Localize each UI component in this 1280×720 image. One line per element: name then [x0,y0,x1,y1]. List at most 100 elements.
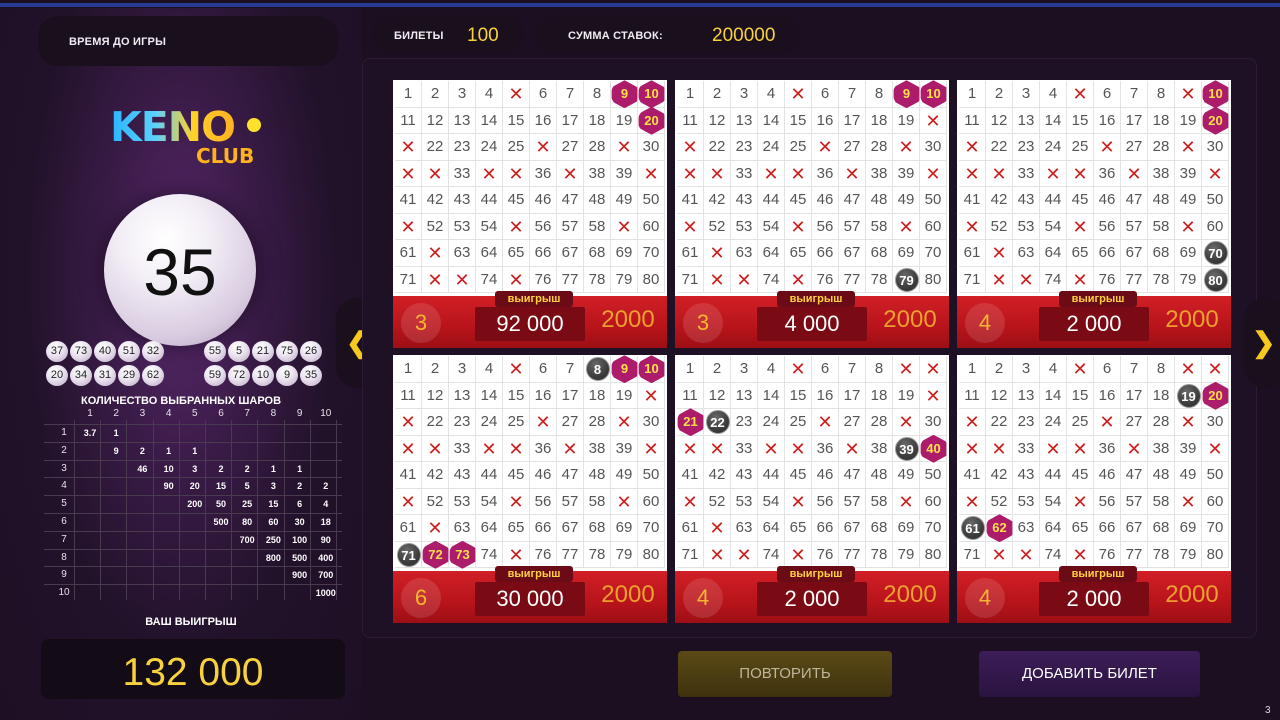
ticket-number-cell[interactable]: 12 [422,382,449,409]
ticket-number-cell[interactable]: 71 [959,541,986,568]
ticket-number-cell[interactable]: 42 [704,187,731,214]
ticket-number-cell[interactable]: 2 [422,356,449,383]
ticket-number-cell[interactable]: 76 [530,541,557,568]
ticket-number-cell[interactable]: 12 [704,107,731,134]
ticket-number-cell[interactable]: 42 [986,187,1013,214]
ticket-number-cell[interactable]: ✕ [704,541,731,568]
ticket-number-cell[interactable]: 50 [1202,187,1229,214]
ticket-number-cell[interactable]: ✕ [959,435,986,462]
ticket-number-cell[interactable]: ✕ [503,81,530,108]
ticket-number-cell[interactable]: ✕ [422,240,449,267]
ticket-number-cell[interactable]: 36 [530,160,557,187]
ticket-number-cell[interactable]: 15 [503,107,530,134]
ticket-number-cell[interactable]: 1 [677,356,704,383]
ticket-number-cell[interactable]: ✕ [1175,134,1202,161]
ticket-number-cell[interactable]: 25 [785,134,812,161]
ticket-number-cell[interactable]: 13 [731,382,758,409]
ticket-number-cell[interactable]: ✕ [893,488,920,515]
ticket-number-cell[interactable]: 16 [530,382,557,409]
ticket-number-cell[interactable]: 2 [704,81,731,108]
ticket-number-cell[interactable]: 74 [758,541,785,568]
ticket-number-cell[interactable]: 48 [1148,462,1175,489]
ticket-number-cell[interactable]: 67 [557,240,584,267]
ticket-number-cell[interactable]: 48 [584,187,611,214]
ticket-number-cell[interactable]: ✕ [530,409,557,436]
ticket-number-cell[interactable]: 79 [893,541,920,568]
ticket-number-cell[interactable]: ✕ [611,213,638,240]
ticket-number-cell[interactable]: 79 [1175,266,1202,293]
ticket-number-cell[interactable]: 30 [920,409,947,436]
ticket-number-cell[interactable]: 67 [839,240,866,267]
ticket-number-cell[interactable]: 74 [476,266,503,293]
ticket-number-cell[interactable]: 47 [1121,462,1148,489]
ticket-number-cell[interactable]: 71 [395,266,422,293]
ticket-number-cell[interactable]: 30 [638,134,665,161]
ticket-number-cell[interactable]: 46 [1094,462,1121,489]
ticket-number-cell[interactable]: ✕ [1121,160,1148,187]
ticket-number-cell[interactable]: 49 [1175,462,1202,489]
ticket-number-cell[interactable]: 28 [584,134,611,161]
ticket-number-cell[interactable]: 50 [920,187,947,214]
ticket-number-cell[interactable]: ✕ [785,541,812,568]
ticket-number-cell[interactable]: 71 [677,541,704,568]
ticket-number-cell[interactable]: 7 [557,81,584,108]
ticket-number-cell[interactable]: 65 [503,515,530,542]
ticket-number-cell[interactable]: 11 [677,382,704,409]
ticket-number-cell[interactable]: 39 [1175,435,1202,462]
ticket-number-cell[interactable]: 38 [584,435,611,462]
ticket-number-cell[interactable]: 45 [1067,462,1094,489]
add-ticket-button[interactable]: ДОБАВИТЬ БИЛЕТ [979,651,1200,697]
ticket-number-cell[interactable]: 14 [758,382,785,409]
ticket-number-cell[interactable]: 56 [530,488,557,515]
ticket-number-cell[interactable]: ✕ [785,160,812,187]
ticket-number-cell[interactable]: 63 [1013,515,1040,542]
ticket-number-cell[interactable]: ✕ [704,266,731,293]
ticket-number-cell[interactable]: 61 [959,240,986,267]
ticket-number-cell[interactable]: 66 [812,515,839,542]
ticket-number-cell[interactable]: 64 [758,515,785,542]
ticket-number-cell[interactable]: 43 [449,462,476,489]
ticket-number-cell[interactable]: 78 [1148,541,1175,568]
ticket-number-cell[interactable]: ✕ [611,488,638,515]
ticket-number-cell[interactable]: ✕ [986,160,1013,187]
ticket-number-cell[interactable]: ✕ [1202,160,1229,187]
ticket-number-cell[interactable]: ✕ [1094,409,1121,436]
ticket-number-cell[interactable]: ✕ [959,160,986,187]
ticket-number-cell[interactable]: ✕ [422,160,449,187]
ticket-number-cell[interactable]: 56 [1094,213,1121,240]
ticket-number-cell[interactable]: 24 [1040,134,1067,161]
ticket-number-cell[interactable]: ✕ [395,488,422,515]
ticket-number-cell[interactable]: 56 [812,213,839,240]
ticket-number-cell[interactable]: 58 [584,488,611,515]
ticket-number-cell[interactable]: 74 [1040,541,1067,568]
ticket-number-cell[interactable]: 80 [638,541,665,568]
ticket-number-cell[interactable]: ✕ [758,160,785,187]
ticket-number-cell[interactable]: 77 [1121,266,1148,293]
ticket-number-cell[interactable]: 64 [476,515,503,542]
ticket-number-cell[interactable]: 11 [959,107,986,134]
ticket-number-cell[interactable]: 57 [839,488,866,515]
ticket-number-cell[interactable]: ✕ [959,409,986,436]
ticket-number-cell[interactable]: 22 [986,409,1013,436]
ticket-number-cell[interactable]: ✕ [785,356,812,383]
ticket-number-cell[interactable]: 24 [758,409,785,436]
ticket-number-cell[interactable]: 16 [530,107,557,134]
ticket-number-cell[interactable]: 58 [1148,213,1175,240]
ticket-number-cell[interactable]: 69 [1175,240,1202,267]
ticket-number-cell[interactable]: ✕ [1175,409,1202,436]
ticket-number-cell[interactable]: ✕ [395,435,422,462]
ticket-number-cell[interactable]: 49 [1175,187,1202,214]
ticket-number-cell[interactable]: ✕ [557,435,584,462]
ticket-number-cell[interactable]: 44 [1040,187,1067,214]
ticket-number-cell[interactable]: 45 [785,462,812,489]
ticket-number-cell[interactable]: 6 [812,356,839,383]
ticket-number-cell[interactable]: ✕ [422,435,449,462]
ticket-number-cell[interactable]: 41 [395,187,422,214]
ticket-number-cell[interactable]: ✕ [986,435,1013,462]
ticket-number-cell[interactable]: 8 [866,81,893,108]
ticket-number-cell[interactable]: 15 [785,107,812,134]
ticket-number-cell[interactable]: 28 [866,409,893,436]
ticket-number-cell[interactable]: 80 [920,266,947,293]
ticket-number-cell[interactable]: ✕ [476,435,503,462]
ticket-number-cell[interactable]: 48 [866,462,893,489]
